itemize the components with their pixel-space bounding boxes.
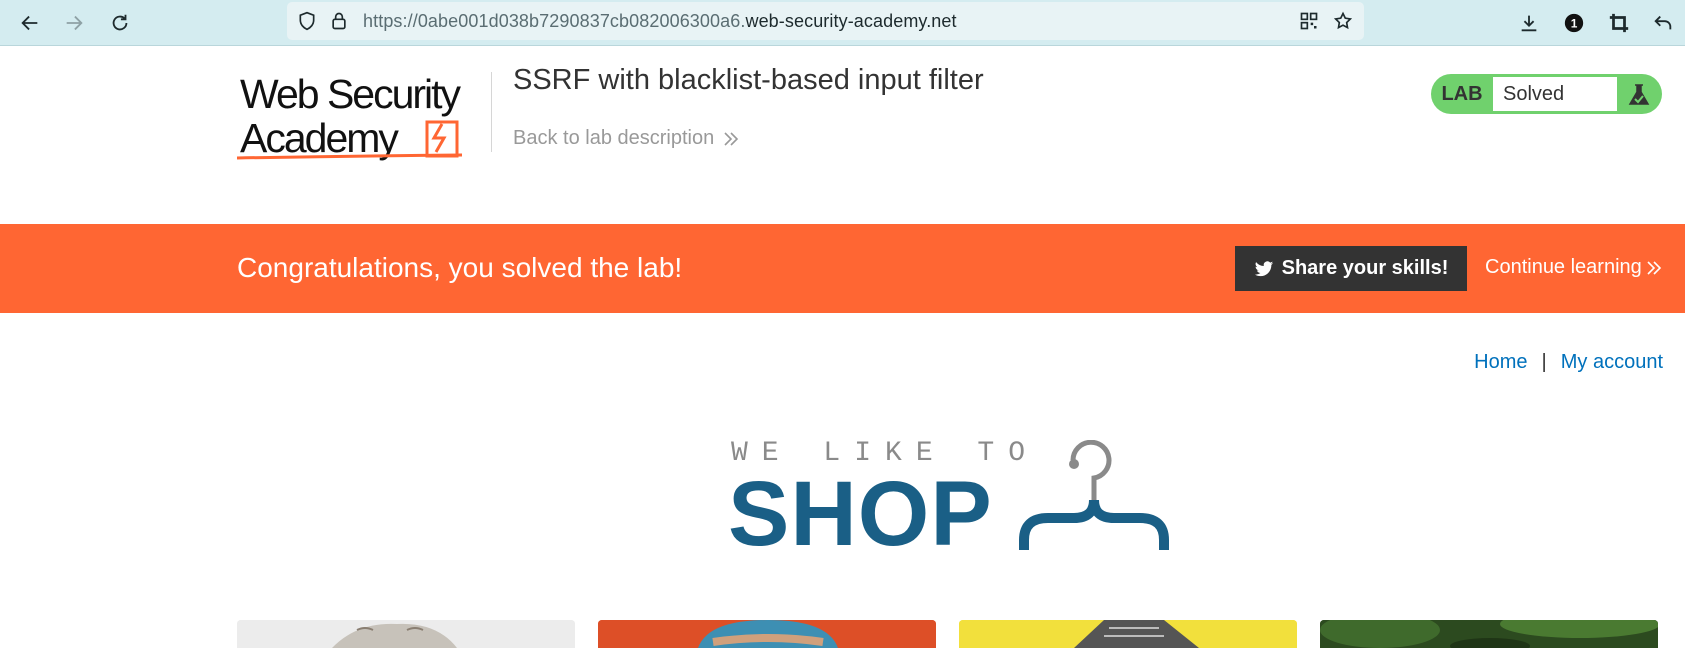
product-card-3[interactable] bbox=[959, 620, 1297, 648]
share-skills-label: Share your skills! bbox=[1281, 257, 1449, 279]
double-chevron-right-icon bbox=[724, 131, 739, 146]
extension-badge-icon[interactable]: 1 bbox=[1558, 7, 1590, 39]
product-card-1[interactable] bbox=[237, 620, 575, 648]
lab-status-label: LAB bbox=[1441, 83, 1483, 105]
back-link-label: Back to lab description bbox=[513, 127, 715, 149]
flask-icon bbox=[1628, 84, 1650, 105]
site-nav: Home | My account bbox=[1474, 351, 1663, 374]
solved-banner: Congratulations, you solved the lab! Sha… bbox=[0, 224, 1685, 313]
share-skills-button[interactable]: Share your skills! bbox=[1235, 246, 1467, 291]
extension-badge-count: 1 bbox=[1571, 17, 1578, 31]
double-chevron-right-icon bbox=[1647, 260, 1661, 275]
product-image-2 bbox=[598, 620, 936, 648]
logo-line2: Academy bbox=[240, 115, 399, 161]
crop-icon[interactable] bbox=[1603, 7, 1635, 39]
logo-line1: Web Security bbox=[240, 72, 462, 117]
lock-icon[interactable] bbox=[329, 11, 349, 31]
back-to-description-link[interactable]: Back to lab description bbox=[513, 127, 740, 150]
nav-separator: | bbox=[1541, 351, 1547, 373]
url-text[interactable]: https://0abe001d038b7290837cb082006300a6… bbox=[363, 11, 957, 32]
lab-status-widget: LAB Solved bbox=[1431, 74, 1662, 114]
shield-icon[interactable] bbox=[297, 11, 317, 31]
browser-toolbar: https://0abe001d038b7290837cb082006300a6… bbox=[0, 0, 1685, 46]
lab-title: SSRF with blacklist-based input filter bbox=[513, 64, 984, 96]
nav-my-account-link[interactable]: My account bbox=[1561, 351, 1663, 374]
download-icon[interactable] bbox=[1513, 7, 1545, 39]
product-image-4 bbox=[1320, 620, 1658, 648]
undo-icon[interactable] bbox=[1647, 7, 1679, 39]
lab-status-value: Solved bbox=[1493, 77, 1617, 111]
product-card-4[interactable] bbox=[1320, 620, 1658, 648]
nav-home-link[interactable]: Home bbox=[1474, 351, 1527, 374]
forward-arrow-icon[interactable] bbox=[58, 7, 90, 39]
twitter-icon bbox=[1254, 260, 1273, 276]
continue-learning-link[interactable]: Continue learning bbox=[1485, 256, 1662, 279]
logo-divider bbox=[491, 72, 492, 152]
star-icon[interactable] bbox=[1333, 11, 1353, 31]
congratulations-message: Congratulations, you solved the lab! bbox=[237, 252, 683, 283]
hanger-icon bbox=[1019, 440, 1169, 550]
product-card-2[interactable] bbox=[598, 620, 936, 648]
reload-icon[interactable] bbox=[104, 7, 136, 39]
product-image-3 bbox=[959, 620, 1297, 648]
url-domain: web-security-academy.net bbox=[745, 11, 957, 31]
product-image-1 bbox=[237, 620, 575, 648]
web-security-academy-logo[interactable]: Web Security Academy bbox=[237, 72, 492, 164]
shop-logo-word: SHOP bbox=[728, 463, 993, 565]
continue-learning-label: Continue learning bbox=[1485, 256, 1642, 278]
address-bar[interactable]: https://0abe001d038b7290837cb082006300a6… bbox=[287, 2, 1364, 40]
url-prefix: https://0abe001d038b7290837cb082006300a6… bbox=[363, 11, 746, 31]
back-arrow-icon[interactable] bbox=[14, 7, 46, 39]
qr-code-icon[interactable] bbox=[1299, 11, 1319, 31]
